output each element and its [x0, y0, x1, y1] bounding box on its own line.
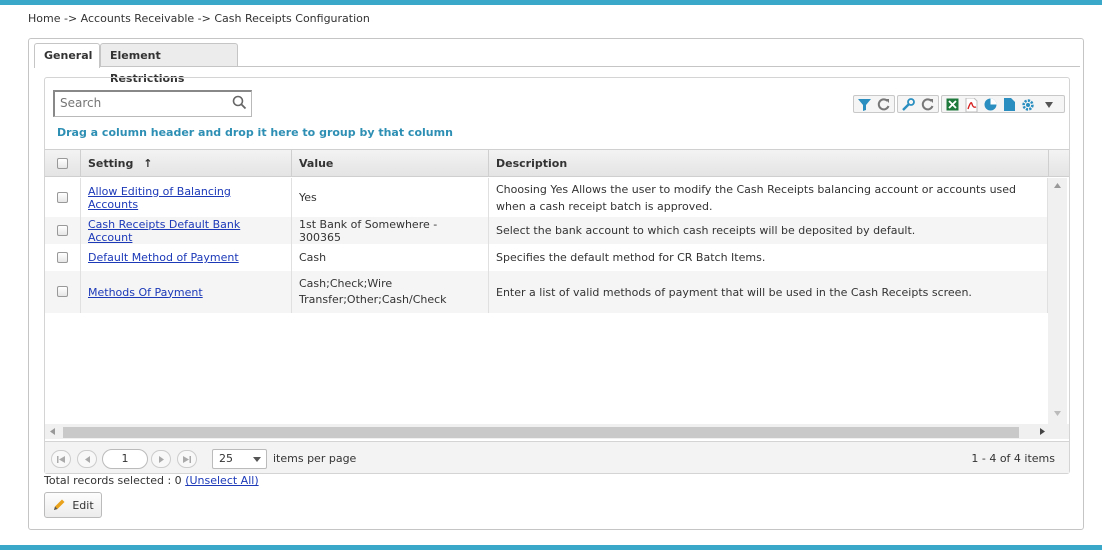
value-cell: Yes	[292, 178, 489, 217]
page-number-input[interactable]: 1	[102, 449, 148, 469]
previous-page-button[interactable]	[77, 450, 97, 468]
settings-tool-group	[897, 95, 939, 113]
records-selected-text: Total records selected : 0	[44, 474, 182, 487]
search-icon[interactable]	[232, 95, 247, 113]
row-select-cell	[45, 271, 81, 313]
header-select-all-cell	[45, 150, 81, 177]
horizontal-scroll-thumb[interactable]	[63, 427, 1019, 438]
tab-element-restrictions[interactable]: Element Restrictions	[100, 43, 238, 85]
header-description[interactable]: Description	[489, 150, 1049, 177]
dropdown-arrow-icon[interactable]	[1042, 97, 1056, 112]
sort-ascending-icon: ↑	[143, 157, 153, 170]
pdf-icon[interactable]	[963, 97, 979, 112]
last-page-icon	[183, 455, 191, 463]
previous-page-icon	[84, 455, 90, 463]
setting-link[interactable]: Cash Receipts Default Bank Account	[88, 218, 284, 244]
last-page-button[interactable]	[177, 450, 197, 468]
setting-cell: Allow Editing of Balancing Accounts	[81, 178, 292, 217]
row-checkbox[interactable]	[57, 252, 68, 263]
scroll-up-icon	[1054, 183, 1061, 188]
gear-icon[interactable]	[1020, 97, 1036, 112]
page-size-select[interactable]: 25	[212, 449, 267, 469]
row-checkbox[interactable]	[57, 225, 68, 236]
document-icon[interactable]	[1001, 97, 1017, 112]
next-page-icon	[158, 455, 164, 463]
filter-tool-group	[853, 95, 895, 113]
description-cell: Choosing Yes Allows the user to modify t…	[489, 178, 1048, 217]
search-input[interactable]	[55, 92, 225, 114]
page-size-value: 25	[219, 452, 233, 465]
table-row: Methods Of Payment Cash;Check;Wire Trans…	[45, 271, 1048, 313]
header-setting-label: Setting	[88, 157, 134, 170]
filter-icon[interactable]	[856, 97, 872, 112]
grid-toolbar	[853, 95, 1065, 113]
setting-link[interactable]: Methods Of Payment	[88, 286, 203, 299]
chevron-down-icon	[253, 457, 261, 462]
description-cell: Specifies the default method for CR Batc…	[489, 244, 1048, 271]
settings-grid: Setting ↑ Value Description Allow Editin…	[45, 149, 1069, 439]
header-scroll-spacer	[1049, 150, 1069, 177]
next-page-button[interactable]	[151, 450, 171, 468]
group-drop-hint: Drag a column header and drop it here to…	[57, 126, 453, 139]
tab-general[interactable]: General	[34, 43, 100, 68]
pager-summary: 1 - 4 of 4 items	[971, 452, 1055, 465]
header-setting[interactable]: Setting ↑	[81, 150, 292, 177]
header-value[interactable]: Value	[292, 150, 489, 177]
value-cell: 1st Bank of Somewhere - 300365	[292, 217, 489, 244]
breadcrumb: Home -> Accounts Receivable -> Cash Rece…	[28, 12, 370, 25]
row-select-cell	[45, 244, 81, 271]
row-select-cell	[45, 178, 81, 217]
setting-link[interactable]: Default Method of Payment	[88, 251, 239, 264]
grid-pager: 1 25 items per page 1 - 4 of 4 items	[45, 441, 1069, 473]
pencil-icon	[54, 499, 65, 510]
wrench-icon[interactable]	[900, 97, 916, 112]
excel-icon[interactable]	[944, 97, 960, 112]
top-accent-bar	[0, 0, 1102, 5]
first-page-button[interactable]	[51, 450, 71, 468]
value-cell: Cash	[292, 244, 489, 271]
search-box	[53, 90, 252, 117]
edit-button-label: Edit	[72, 498, 94, 512]
chart-icon[interactable]	[982, 97, 998, 112]
vertical-scrollbar[interactable]	[1048, 178, 1067, 424]
row-select-cell	[45, 217, 81, 244]
horizontal-scrollbar[interactable]	[45, 424, 1069, 439]
setting-cell: Methods Of Payment	[81, 271, 292, 313]
table-row: Cash Receipts Default Bank Account 1st B…	[45, 217, 1048, 244]
records-selected: Total records selected : 0 (Unselect All…	[44, 474, 259, 487]
description-cell: Select the bank account to which cash re…	[489, 217, 1048, 244]
table-row: Allow Editing of Balancing Accounts Yes …	[45, 178, 1048, 217]
scroll-down-icon	[1054, 411, 1061, 416]
first-page-icon	[57, 455, 65, 463]
select-all-checkbox[interactable]	[57, 158, 68, 169]
bottom-accent-bar	[0, 545, 1102, 550]
row-checkbox[interactable]	[57, 286, 68, 297]
description-cell: Enter a list of valid methods of payment…	[489, 271, 1048, 313]
tab-content-general: Drag a column header and drop it here to…	[44, 77, 1070, 474]
setting-link[interactable]: Allow Editing of Balancing Accounts	[88, 185, 284, 211]
row-checkbox[interactable]	[57, 192, 68, 203]
grid-header: Setting ↑ Value Description	[45, 149, 1069, 177]
edit-button[interactable]: Edit	[44, 492, 102, 518]
refresh-filter-icon[interactable]	[875, 97, 891, 112]
unselect-all-link[interactable]: (Unselect All)	[185, 474, 258, 487]
refresh-icon[interactable]	[919, 97, 935, 112]
value-cell: Cash;Check;Wire Transfer;Other;Cash/Chec…	[292, 271, 489, 313]
scroll-left-icon	[50, 428, 55, 435]
items-per-page-label: items per page	[273, 452, 357, 465]
tab-divider	[34, 66, 1080, 67]
setting-cell: Default Method of Payment	[81, 244, 292, 271]
scroll-right-icon	[1040, 428, 1045, 435]
table-row: Default Method of Payment Cash Specifies…	[45, 244, 1048, 271]
export-tool-group	[941, 95, 1065, 113]
setting-cell: Cash Receipts Default Bank Account	[81, 217, 292, 244]
configuration-panel: General Element Restrictions Search Drag…	[28, 38, 1084, 530]
